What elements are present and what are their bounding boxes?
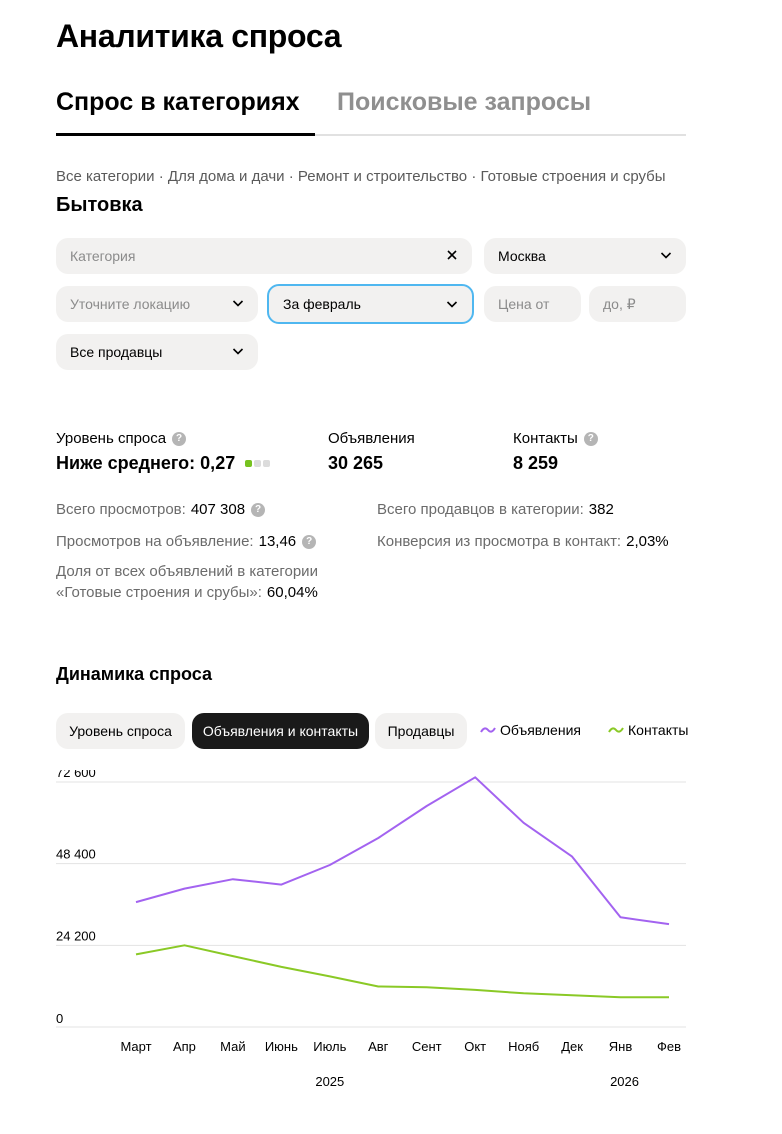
price-to-input[interactable]: до, ₽ — [589, 286, 686, 322]
demand-level-value: Ниже среднего: 0,27 — [56, 453, 271, 474]
legend-contacts: Контакты — [608, 722, 688, 738]
help-icon[interactable]: ? — [251, 502, 266, 517]
breadcrumb-item-all[interactable]: Все категории — [56, 168, 155, 185]
breadcrumb-separator: · — [154, 168, 168, 185]
breadcrumb-item-repair[interactable]: Ремонт и строительство — [298, 168, 467, 185]
demand-level-text: Уровень спроса — [56, 430, 167, 447]
views-per-ad-value: 13,46 — [258, 533, 297, 550]
chevron-down-icon — [660, 252, 672, 259]
x-tick-label: Июль — [313, 1039, 346, 1054]
sellers-value: Все продавцы — [70, 344, 163, 360]
demand-level-button[interactable]: Уровень спроса — [56, 713, 185, 749]
legend-ads: Объявления — [480, 722, 581, 738]
wave-line-icon — [608, 727, 624, 733]
x-tick-label: Янв — [609, 1039, 633, 1054]
x-tick-label: Июнь — [265, 1039, 298, 1054]
total-sellers: Всего продавцов в категории: 382 — [377, 501, 614, 518]
contacts-text: Контакты — [513, 430, 578, 447]
period-select[interactable]: За февраль — [267, 284, 474, 324]
views-per-ad-label: Просмотров на объявление: — [56, 533, 254, 550]
x-tick-label: Окт — [464, 1039, 486, 1054]
x-tick-label: Фев — [657, 1039, 681, 1054]
chevron-down-icon — [232, 300, 244, 307]
demand-level-indicator — [245, 460, 271, 467]
category-input[interactable]: Категория — [56, 238, 472, 274]
help-icon[interactable]: ? — [172, 431, 187, 446]
chevron-down-icon — [446, 301, 458, 308]
total-views: Всего просмотров: 407 308 ? — [56, 501, 266, 518]
views-per-ad: Просмотров на объявление: 13,46 ? — [56, 533, 317, 550]
breadcrumb-separator: · — [467, 168, 481, 185]
price-to-placeholder: до, ₽ — [603, 295, 636, 312]
page-title: Аналитика спроса — [56, 18, 342, 54]
category-share-line-2: «Готовые строения и срубы»: 60,04% — [56, 584, 318, 601]
tab-category-demand[interactable]: Спрос в категориях — [56, 88, 315, 136]
legend-ads-label: Объявления — [500, 722, 581, 738]
location-select[interactable]: Уточните локацию — [56, 286, 258, 322]
price-from-placeholder: Цена от — [498, 296, 550, 312]
demand-level-number: Ниже среднего: 0,27 — [56, 453, 236, 473]
city-value: Москва — [498, 248, 546, 264]
x-tick-label: Дек — [561, 1039, 583, 1054]
ads-label: Объявления — [328, 430, 415, 447]
breadcrumb-item-buildings[interactable]: Готовые строения и срубы — [481, 168, 666, 185]
breadcrumb-item-home[interactable]: Для дома и дачи — [168, 168, 285, 185]
x-tick-label: Май — [220, 1039, 245, 1054]
clear-icon[interactable] — [446, 249, 458, 261]
x-tick-label: Март — [120, 1039, 151, 1054]
total-sellers-value: 382 — [588, 501, 614, 518]
demand-dynamics-chart: 0 24 200 48 400 72 600 Март Апр Май Июнь Июль Авг… — [56, 770, 686, 1089]
x-tick-label: Апр — [173, 1039, 196, 1054]
y-tick-label: 48 400 — [56, 847, 96, 862]
x-tick-label: Сент — [412, 1039, 442, 1054]
contacts-label: Контакты ? — [513, 430, 598, 447]
demand-level-label: Уровень спроса ? — [56, 430, 187, 447]
dynamics-title: Динамика спроса — [56, 664, 213, 684]
contacts-value: 8 259 — [513, 453, 559, 473]
price-from-input[interactable]: Цена от — [484, 286, 581, 322]
series-line-contacts — [135, 944, 669, 999]
city-select[interactable]: Москва — [484, 238, 686, 274]
conversion-label: Конверсия из просмотра в контакт: — [377, 533, 622, 550]
breadcrumb: Все категории · Для дома и дачи · Ремонт… — [56, 168, 666, 185]
y-tick-label: 0 — [56, 1011, 63, 1026]
total-views-label: Всего просмотров: — [56, 501, 186, 518]
location-placeholder: Уточните локацию — [70, 296, 191, 312]
year-label: 2025 — [315, 1074, 344, 1089]
category-share-label: «Готовые строения и срубы»: — [56, 584, 262, 601]
series-line-ads — [135, 776, 670, 926]
year-label: 2026 — [610, 1074, 639, 1089]
ads-value: 30 265 — [328, 453, 384, 473]
ads-contacts-button[interactable]: Объявления и контакты — [192, 713, 369, 749]
chevron-down-icon — [232, 348, 244, 355]
total-views-value: 407 308 — [190, 501, 246, 518]
category-placeholder: Категория — [70, 248, 136, 264]
x-tick-label: Авг — [368, 1039, 389, 1054]
tab-bar: Спрос в категориях Поисковые запросы — [56, 88, 686, 136]
sellers-select[interactable]: Все продавцы — [56, 334, 258, 370]
conversion: Конверсия из просмотра в контакт: 2,03% — [377, 533, 669, 550]
category-share-value: 60,04% — [266, 584, 318, 601]
y-tick-label: 72 600 — [56, 770, 96, 780]
tab-search-queries[interactable]: Поисковые запросы — [337, 88, 591, 131]
conversion-value: 2,03% — [626, 533, 669, 550]
legend-contacts-label: Контакты — [628, 722, 689, 738]
help-icon[interactable]: ? — [583, 431, 598, 446]
y-tick-label: 24 200 — [56, 928, 96, 943]
wave-line-icon — [480, 727, 496, 733]
category-share-line-1: Доля от всех объявлений в категории — [56, 563, 318, 580]
subcategory-title: Бытовка — [56, 194, 143, 216]
sellers-button[interactable]: Продавцы — [375, 713, 467, 749]
x-tick-label: Нояб — [508, 1039, 539, 1054]
breadcrumb-separator: · — [284, 168, 298, 185]
period-value: За февраль — [283, 296, 361, 312]
help-icon[interactable]: ? — [302, 534, 317, 549]
total-sellers-label: Всего продавцов в категории: — [377, 501, 584, 518]
